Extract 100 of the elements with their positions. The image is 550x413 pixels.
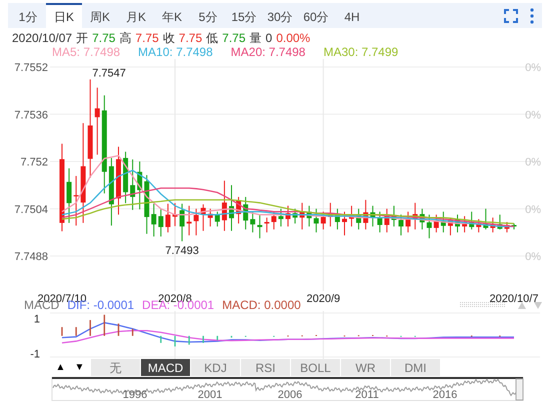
- candlestick: [165, 203, 170, 233]
- field-value: 7.75: [178, 31, 202, 45]
- period-tab[interactable]: 15分: [226, 3, 262, 28]
- candlestick: [320, 211, 326, 230]
- candlestick: [314, 208, 319, 233]
- field-value: 7.75: [92, 31, 116, 45]
- y-axis-label: 7.7488: [14, 251, 48, 263]
- macd-legend-value: MACD: 0.0000: [222, 299, 301, 311]
- candlestick: [158, 208, 164, 237]
- candlestick: [264, 217, 270, 233]
- period-tab[interactable]: 5分: [190, 3, 226, 28]
- candlestick: [144, 174, 150, 234]
- candlestick: [412, 202, 418, 230]
- field-label: 量: [250, 31, 262, 45]
- period-tab[interactable]: 周K: [82, 3, 118, 28]
- year-label: 2001: [198, 389, 222, 401]
- indicator-tab[interactable]: DMI: [391, 359, 441, 376]
- field-label: 开: [76, 31, 88, 45]
- candlestick: [512, 223, 516, 230]
- candlestick: [448, 217, 453, 236]
- candlestick: [180, 203, 185, 242]
- candlestick: [172, 202, 178, 227]
- indicator-tab[interactable]: KDJ: [191, 359, 241, 376]
- candlestick: [243, 196, 248, 230]
- candlestick: [504, 222, 510, 233]
- period-tab[interactable]: 30分: [262, 3, 298, 28]
- field-value: 0.00%: [276, 31, 310, 45]
- y-axis-label: -1: [30, 348, 40, 359]
- candlestick: [123, 151, 128, 204]
- year-label: 1996: [122, 389, 148, 401]
- candlestick: [94, 87, 100, 156]
- candlestick: [356, 208, 362, 230]
- candlestick: [306, 205, 312, 227]
- date-axis-label: 2020/10/7: [490, 293, 538, 303]
- candlestick: [406, 211, 411, 233]
- period-tab[interactable]: 年K: [154, 3, 190, 28]
- y-axis-label: 7.7504: [14, 204, 48, 216]
- candlestick: [349, 205, 354, 227]
- candlestick: [420, 208, 425, 230]
- ma-legend-value: MA30: 7.7499: [323, 45, 398, 59]
- candlestick: [208, 208, 213, 227]
- period-tab[interactable]: 日K: [46, 3, 82, 28]
- field-value: 0: [266, 31, 272, 45]
- candlestick: [328, 202, 333, 227]
- period-tab[interactable]: 4H: [334, 3, 370, 28]
- candlestick: [476, 218, 482, 233]
- candlestick: [469, 211, 474, 230]
- candlestick: [391, 205, 396, 227]
- candlestick: [455, 214, 460, 233]
- candlestick: [300, 202, 305, 230]
- field-value: 7.75: [135, 31, 159, 45]
- field-label: 低: [206, 31, 218, 45]
- candlestick: [334, 208, 340, 230]
- candlestick: [497, 214, 502, 230]
- field-label: 收: [162, 31, 175, 45]
- candlestick: [384, 208, 390, 233]
- candlestick: [186, 205, 192, 236]
- candlestick: [292, 208, 298, 224]
- candlestick: [490, 217, 496, 233]
- price-annotation: 7.7547: [92, 67, 126, 80]
- candlestick: [108, 157, 114, 226]
- candlestick: [426, 214, 432, 239]
- indicator-tab[interactable]: MACD: [141, 359, 191, 376]
- year-label: 2006: [278, 389, 302, 401]
- y-axis-label: 1: [34, 313, 40, 326]
- candlestick: [440, 211, 446, 233]
- candlestick: [116, 146, 121, 216]
- ma-legend-value: MA10: 7.7498: [138, 45, 213, 59]
- indicator-tab[interactable]: RSI: [241, 359, 291, 376]
- date-axis-label: 2020/9: [306, 293, 340, 303]
- indicator-tab[interactable]: WR: [341, 359, 391, 376]
- indicator-tab[interactable]: BOLL: [291, 359, 341, 376]
- candlestick: [222, 180, 227, 232]
- fullscreen-icon[interactable]: [504, 8, 518, 22]
- indicator-tab[interactable]: 无: [91, 359, 141, 376]
- ma-legend-value: MA20: 7.7498: [230, 45, 306, 59]
- candlestick: [434, 214, 439, 233]
- y-axis-label: 7.7536: [14, 109, 48, 122]
- ma-legend-value: MA5: 7.7498: [52, 45, 120, 59]
- candlestick: [200, 204, 206, 232]
- price-annotation: 7.7493: [165, 245, 199, 258]
- period-tab[interactable]: 1分: [10, 3, 46, 28]
- up-arrow-icon[interactable]: [518, 302, 526, 308]
- period-tab[interactable]: 60分: [298, 3, 334, 28]
- range-handle[interactable]: [516, 378, 524, 400]
- field-label: 高: [119, 31, 132, 45]
- candlestick: [194, 208, 199, 236]
- candlestick: [130, 158, 136, 210]
- candlestick: [370, 205, 376, 227]
- candlestick: [363, 199, 368, 230]
- more-icon[interactable]: [530, 8, 534, 24]
- candlestick: [257, 214, 262, 239]
- candlestick: [229, 184, 234, 232]
- period-tab[interactable]: 月K: [118, 3, 154, 28]
- candlestick: [137, 161, 142, 210]
- candlestick: [483, 208, 488, 230]
- candlestick: [66, 168, 72, 224]
- candlestick: [250, 211, 256, 233]
- year-label: 2011: [355, 389, 379, 401]
- quote-date: 2020/10/07: [12, 31, 72, 45]
